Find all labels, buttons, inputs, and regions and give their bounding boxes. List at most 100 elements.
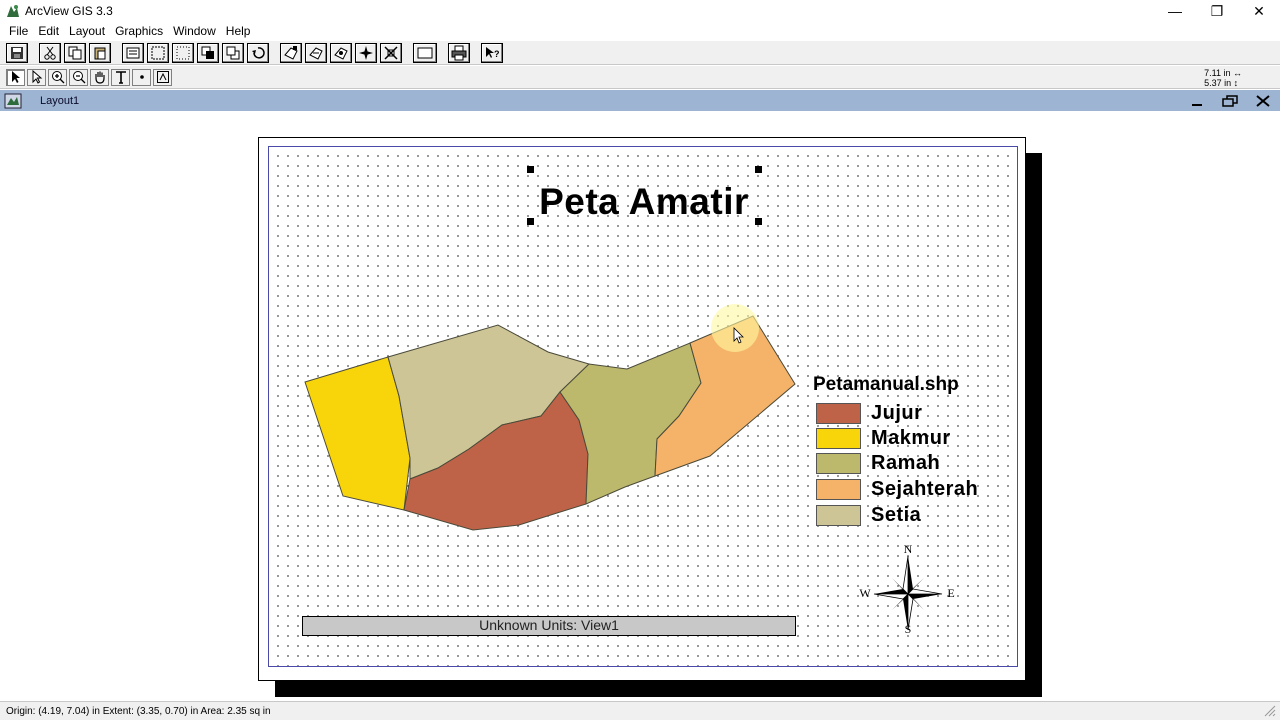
frame-blank-button[interactable] xyxy=(413,42,437,63)
frame-view-icon xyxy=(284,45,298,60)
pan-tool[interactable] xyxy=(90,68,109,86)
north-label: N xyxy=(904,542,913,556)
cursor-highlight xyxy=(711,304,759,352)
frame-chart-button[interactable] xyxy=(380,42,402,63)
close-button[interactable]: ✕ xyxy=(1238,0,1280,22)
button-bar: ? xyxy=(0,40,1280,65)
print-button[interactable] xyxy=(448,42,470,63)
select-all-button[interactable] xyxy=(147,42,169,63)
minimize-button[interactable]: — xyxy=(1154,0,1196,22)
frame-tool[interactable] xyxy=(153,68,172,86)
layout-page[interactable]: Peta Amatir Petamanual.shp Jujur Makmur xyxy=(258,137,1026,681)
menu-bar: File Edit Layout Graphics Window Help xyxy=(0,22,1280,40)
frame-legend-icon xyxy=(309,46,323,60)
send-back-button[interactable] xyxy=(222,42,244,63)
legend-item-sejahterah: Sejahterah xyxy=(816,478,978,500)
legend-swatch xyxy=(816,504,861,526)
west-label: W xyxy=(859,586,871,600)
send-back-icon xyxy=(226,46,240,59)
restore-icon xyxy=(1222,94,1238,107)
zoom-out-icon xyxy=(72,71,85,84)
pointer-tool[interactable] xyxy=(6,68,25,86)
north-arrow-icon[interactable]: N S W E xyxy=(855,542,961,634)
legend-swatch xyxy=(816,427,861,449)
legend-title: Petamanual.shp xyxy=(813,374,959,395)
point-icon xyxy=(139,75,144,79)
text-icon xyxy=(115,71,126,84)
properties-button[interactable] xyxy=(122,42,144,63)
layout-minimize-button[interactable] xyxy=(1182,92,1212,109)
legend-item-makmur: Makmur xyxy=(816,427,951,449)
legend-item-ramah: Ramah xyxy=(816,452,940,474)
frame-north-icon xyxy=(359,45,373,60)
legend-item-setia: Setia xyxy=(816,504,921,526)
frame-legend-button[interactable] xyxy=(305,42,327,63)
frame-chart-icon xyxy=(384,45,398,60)
zoom-out-tool[interactable] xyxy=(69,68,88,86)
select-all-icon xyxy=(151,46,165,59)
frame-blank-icon xyxy=(417,47,433,58)
menu-help[interactable]: Help xyxy=(221,24,256,38)
print-icon xyxy=(451,45,467,60)
copy-button[interactable] xyxy=(64,42,86,63)
east-label: E xyxy=(947,586,954,600)
paste-button[interactable] xyxy=(89,42,111,63)
layout-workspace[interactable]: Peta Amatir Petamanual.shp Jujur Makmur xyxy=(0,111,1280,701)
zoom-in-icon xyxy=(51,71,64,84)
point-tool[interactable] xyxy=(132,68,151,86)
legend-swatch xyxy=(816,452,861,474)
frame-icon xyxy=(156,71,169,83)
menu-edit[interactable]: Edit xyxy=(33,24,64,38)
cut-icon xyxy=(44,46,56,60)
bring-front-button[interactable] xyxy=(197,42,219,63)
svg-text:?: ? xyxy=(494,49,500,59)
tool-bar: 7.11 in ↔ 5.37 in ↕ xyxy=(0,65,1280,89)
save-button[interactable] xyxy=(6,42,28,63)
layout-window-title: Layout1 xyxy=(40,94,80,107)
help-icon: ? xyxy=(486,46,500,59)
layout-restore-button[interactable] xyxy=(1215,92,1245,109)
properties-icon xyxy=(126,47,140,58)
menu-layout[interactable]: Layout xyxy=(64,24,110,38)
legend-swatch xyxy=(816,402,861,424)
deselect-icon xyxy=(176,46,190,59)
minimize-icon xyxy=(1192,103,1202,106)
frame-scale-button[interactable] xyxy=(330,42,352,63)
text-tool[interactable] xyxy=(111,68,130,86)
deselect-button[interactable] xyxy=(172,42,194,63)
cut-button[interactable] xyxy=(39,42,61,63)
legend-item-jujur: Jujur xyxy=(816,402,922,424)
undo-icon xyxy=(252,46,265,59)
layout-window-titlebar: Layout1 xyxy=(0,90,1280,111)
menu-window[interactable]: Window xyxy=(168,24,221,38)
vertex-edit-tool[interactable] xyxy=(27,68,46,86)
bring-front-icon xyxy=(201,46,214,59)
vertex-icon xyxy=(32,70,42,84)
pan-icon xyxy=(94,71,105,84)
legend-label: Ramah xyxy=(871,451,941,474)
resize-grip-icon[interactable] xyxy=(1264,705,1276,717)
paste-icon xyxy=(94,47,106,59)
close-icon xyxy=(1256,94,1270,107)
legend-label: Setia xyxy=(871,503,922,526)
frame-view-button[interactable] xyxy=(280,42,302,63)
arcview-app-icon xyxy=(7,5,19,17)
frame-north-button[interactable] xyxy=(355,42,377,63)
menu-file[interactable]: File xyxy=(4,24,33,38)
status-text: Origin: (4.19, 7.04) in Extent: (3.35, 0… xyxy=(6,705,271,717)
status-bar: Origin: (4.19, 7.04) in Extent: (3.35, 0… xyxy=(0,701,1280,720)
undo-button[interactable] xyxy=(247,42,269,63)
legend-label: Makmur xyxy=(871,426,951,449)
pointer-icon xyxy=(11,71,20,83)
layout-close-button[interactable] xyxy=(1248,92,1278,109)
title-bar: ArcView GIS 3.3 — ❐ ✕ xyxy=(0,0,1280,22)
zoom-in-tool[interactable] xyxy=(48,68,67,86)
help-button[interactable]: ? xyxy=(481,42,503,63)
save-icon xyxy=(11,46,23,59)
scalebar[interactable]: Unknown Units: View1 xyxy=(302,616,796,636)
legend-swatch xyxy=(816,478,861,500)
size-readout: 7.11 in ↔ 5.37 in ↕ xyxy=(1204,68,1242,88)
menu-graphics[interactable]: Graphics xyxy=(110,24,168,38)
restore-button[interactable]: ❐ xyxy=(1196,0,1238,22)
frame-scale-icon xyxy=(334,46,348,60)
